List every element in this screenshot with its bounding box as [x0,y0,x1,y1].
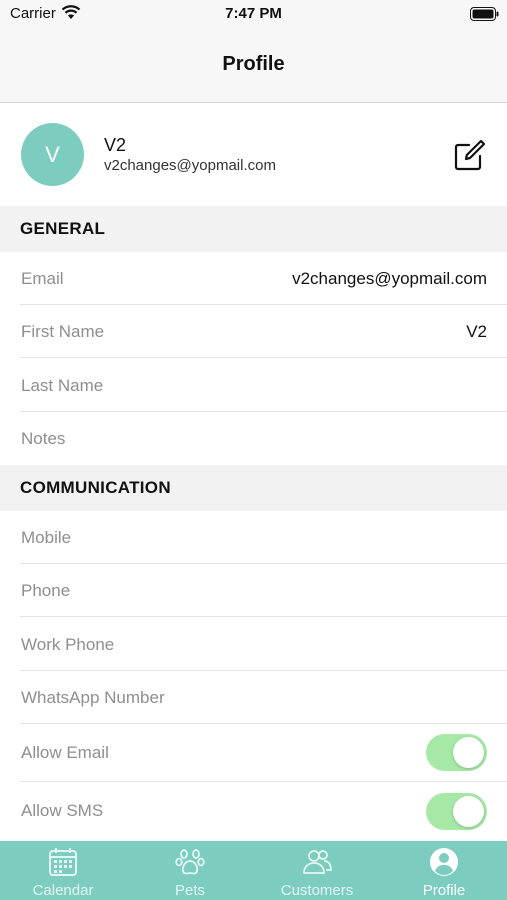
field-last-name[interactable]: Last Name [0,358,507,412]
calendar-icon [49,848,77,876]
paw-icon [175,849,205,875]
toggle-knob [453,796,484,827]
tab-bar: Calendar Pets Customers Profile [0,841,507,900]
tab-label: Pets [174,882,205,899]
field-phone[interactable]: Phone [0,564,507,617]
field-label: Phone [21,581,71,600]
setting-label: Allow SMS [21,801,104,820]
field-notes[interactable]: Notes [0,412,507,465]
tab-calendar[interactable]: Calendar [0,841,126,900]
section-title: GENERAL [20,219,106,238]
profile-name: V2 [104,135,127,155]
allow-sms-toggle[interactable] [426,793,487,830]
tab-customers[interactable]: Customers [254,841,380,900]
field-label: Work Phone [21,635,115,654]
field-label: Email [21,269,64,288]
field-label: First Name [21,322,105,341]
field-label: Mobile [21,528,72,547]
field-first-name[interactable]: First Name V2 [0,305,507,358]
section-title: COMMUNICATION [20,478,171,497]
battery-icon [470,7,499,21]
toggle-knob [453,737,484,768]
setting-allow-email: Allow Email [0,724,507,782]
field-value: v2changes@yopmail.com [292,269,487,288]
status-time: 7:47 PM [225,5,282,22]
profile-email: v2changes@yopmail.com [104,157,276,174]
setting-allow-sms: Allow SMS [0,782,507,841]
section-header-communication: COMMUNICATION [0,465,507,511]
customers-icon [303,850,332,874]
field-mobile[interactable]: Mobile [0,511,507,564]
profile-icon [430,848,458,876]
page-title: Profile [222,53,285,75]
tab-label: Calendar [32,882,94,899]
field-whatsapp-number[interactable]: WhatsApp Number [0,671,507,724]
navigation-bar: Profile [0,28,507,103]
status-bar: Carrier 7:47 PM [0,0,507,28]
avatar: V [21,123,84,186]
tab-label: Profile [422,882,466,899]
field-label: WhatsApp Number [21,688,165,707]
field-label: Notes [21,429,66,448]
field-value: V2 [466,322,487,341]
field-work-phone[interactable]: Work Phone [0,617,507,671]
tab-profile[interactable]: Profile [381,841,507,900]
setting-label: Allow Email [21,743,109,762]
allow-email-toggle[interactable] [426,734,487,771]
edit-icon[interactable] [452,139,486,173]
section-header-general: GENERAL [0,206,507,252]
field-label: Last Name [21,376,104,395]
field-email[interactable]: Email v2changes@yopmail.com [0,252,507,305]
profile-header: V V2 v2changes@yopmail.com [0,104,507,206]
tab-label: Customers [280,882,354,899]
tab-pets[interactable]: Pets [127,841,253,900]
